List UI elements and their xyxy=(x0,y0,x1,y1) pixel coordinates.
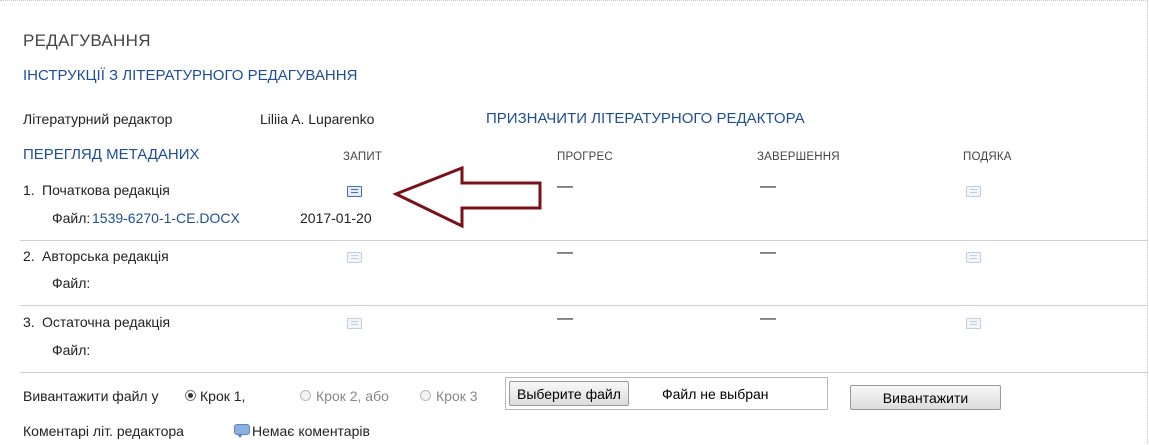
no-comments-link[interactable]: Немає коментарів xyxy=(252,423,370,439)
file-label: Файл: xyxy=(52,210,91,226)
progress-dash: — xyxy=(557,310,573,327)
column-request: ЗАПИТ xyxy=(343,151,383,163)
editor-label: Літературний редактор xyxy=(23,111,173,127)
editor-name: Liliia A. Luparenko xyxy=(260,111,375,127)
row-number: 1. xyxy=(23,182,35,198)
row-number: 3. xyxy=(23,314,35,330)
progress-dash: — xyxy=(557,244,573,261)
mail-icon xyxy=(347,252,362,263)
radio-step-2[interactable] xyxy=(300,390,311,401)
row-divider xyxy=(20,240,1148,241)
upload-button[interactable]: Вивантажити xyxy=(850,385,1001,410)
column-progress: ПРОГРЕС xyxy=(557,151,613,163)
completion-dash: — xyxy=(760,310,776,327)
file-label: Файл: xyxy=(52,342,91,358)
row-number: 2. xyxy=(23,248,35,264)
radio-step-3[interactable] xyxy=(420,390,431,401)
completion-dash: — xyxy=(760,178,776,195)
mail-icon xyxy=(347,318,362,329)
row-divider xyxy=(20,305,1148,306)
file-date: 2017-01-20 xyxy=(300,210,372,226)
comment-icon[interactable] xyxy=(234,424,250,438)
progress-dash: — xyxy=(557,178,573,195)
section-title: РЕДАГУВАННЯ xyxy=(23,31,151,50)
mail-icon xyxy=(966,252,981,263)
completion-dash: — xyxy=(760,244,776,261)
row-label: Початкова редакція xyxy=(42,182,170,198)
row-label: Авторська редакція xyxy=(42,248,169,264)
arrow-annotation xyxy=(392,166,542,229)
no-file-text: Файл не выбран xyxy=(662,386,769,402)
mail-icon xyxy=(966,318,981,329)
assign-editor-link[interactable]: ПРИЗНАЧИТИ ЛІТЕРАТУРНОГО РЕДАКТОРА xyxy=(486,110,805,127)
instructions-link[interactable]: ІНСТРУКЦІЇ З ЛІТЕРАТУРНОГО РЕДАГУВАННЯ xyxy=(23,67,357,84)
column-completion: ЗАВЕРШЕННЯ xyxy=(757,151,840,163)
upload-prefix: Вивантажити файл у xyxy=(23,388,159,404)
view-metadata-link[interactable]: ПЕРЕГЛЯД МЕТАДАНИХ xyxy=(23,146,200,163)
mail-icon[interactable] xyxy=(347,186,362,197)
file-label: Файл: xyxy=(52,275,91,291)
step-1-label: Крок 1, xyxy=(200,388,246,404)
row-divider xyxy=(20,372,1148,373)
column-thanks: ПОДЯКА xyxy=(963,151,1012,163)
row-label: Остаточна редакція xyxy=(42,314,171,330)
radio-step-1[interactable] xyxy=(185,390,196,401)
mail-icon xyxy=(966,186,981,197)
comments-label: Коментарі літ. редактора xyxy=(23,423,184,439)
file-input[interactable]: Выберите файл Файл не выбран xyxy=(505,377,828,410)
step-3-label: Крок 3 xyxy=(436,388,478,404)
step-2-label: Крок 2, або xyxy=(316,388,389,404)
file-link[interactable]: 1539-6270-1-CE.DOCX xyxy=(92,210,240,226)
choose-file-button[interactable]: Выберите файл xyxy=(509,381,629,406)
